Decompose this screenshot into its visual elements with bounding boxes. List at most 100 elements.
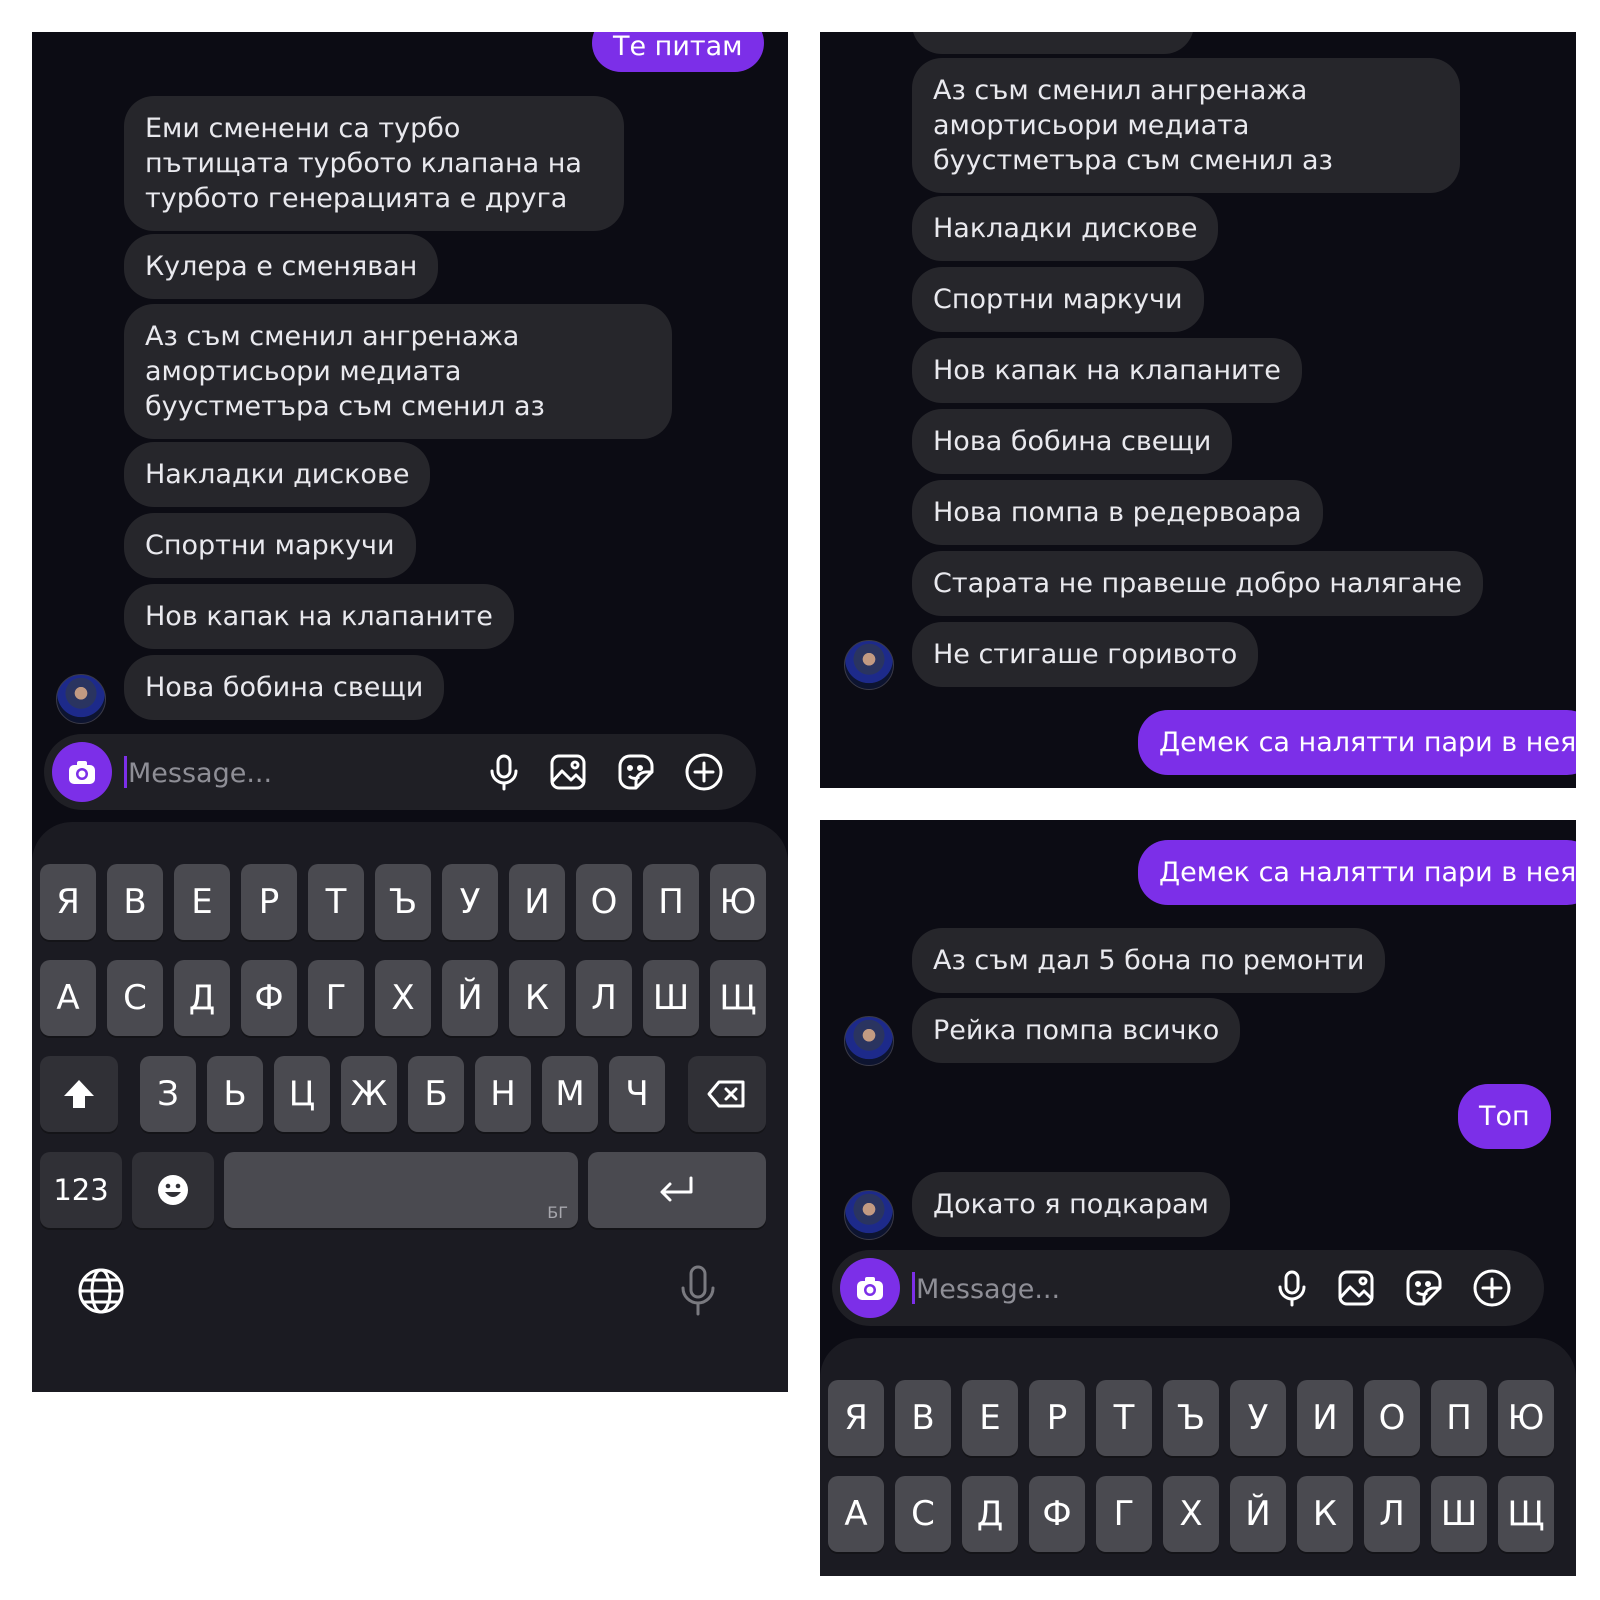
key[interactable]: З: [140, 1056, 196, 1132]
camera-icon: [69, 761, 95, 784]
sticker-icon[interactable]: [616, 752, 656, 792]
image-icon[interactable]: [548, 752, 588, 792]
key[interactable]: Н: [475, 1056, 531, 1132]
key[interactable]: Ф: [241, 960, 297, 1036]
incoming-message: Накладки дискове: [124, 442, 431, 507]
key[interactable]: М: [542, 1056, 598, 1132]
avatar[interactable]: [844, 640, 894, 690]
incoming-message: Аз съм сменил ангренажа амортисьори меди…: [912, 58, 1460, 193]
key[interactable]: И: [1297, 1380, 1353, 1456]
key[interactable]: Ъ: [1163, 1380, 1219, 1456]
camera-button[interactable]: [840, 1258, 900, 1318]
key[interactable]: Й: [1230, 1476, 1286, 1552]
image-icon[interactable]: [1336, 1268, 1376, 1308]
key[interactable]: Х: [1163, 1476, 1219, 1552]
key[interactable]: Х: [375, 960, 431, 1036]
space-language-label: БГ: [547, 1203, 568, 1222]
incoming-message: Еми сменени са турбо пътищата турбото кл…: [124, 96, 624, 231]
outgoing-message: Демек са налятти пари в нея: [1138, 710, 1576, 775]
key[interactable]: Т: [1096, 1380, 1152, 1456]
incoming-message: Накладки дискове: [912, 196, 1219, 261]
keyboard: Я В Е Р Т Ъ У И О П Ю А С Д Ф Г Х Й К Л …: [32, 822, 788, 1392]
key[interactable]: Т: [308, 864, 364, 940]
emoji-icon: [158, 1175, 188, 1205]
return-icon: [660, 1176, 693, 1202]
key[interactable]: Щ: [1498, 1476, 1554, 1552]
key[interactable]: П: [1431, 1380, 1487, 1456]
shift-key[interactable]: [40, 1056, 118, 1132]
key[interactable]: Ф: [1029, 1476, 1085, 1552]
key[interactable]: Й: [442, 960, 498, 1036]
plus-circle-icon[interactable]: [1472, 1268, 1512, 1308]
incoming-message: Старата не правеше добро налягане: [912, 551, 1484, 616]
camera-icon: [857, 1277, 883, 1300]
key[interactable]: А: [828, 1476, 884, 1552]
avatar[interactable]: [844, 1190, 894, 1240]
numbers-key[interactable]: 123: [40, 1152, 122, 1228]
microphone-icon[interactable]: [1272, 1268, 1312, 1308]
plus-circle-icon[interactable]: [684, 752, 724, 792]
key[interactable]: А: [40, 960, 96, 1036]
key[interactable]: У: [1230, 1380, 1286, 1456]
key[interactable]: Е: [174, 864, 230, 940]
key[interactable]: Г: [1096, 1476, 1152, 1552]
dictation-mic-icon[interactable]: [678, 1264, 718, 1318]
key[interactable]: Л: [1364, 1476, 1420, 1552]
incoming-message: Нов капак на клапаните: [912, 338, 1302, 403]
message-input[interactable]: [914, 1268, 1248, 1310]
key[interactable]: Л: [576, 960, 632, 1036]
globe-icon[interactable]: [76, 1266, 126, 1316]
key[interactable]: Р: [241, 864, 297, 940]
key[interactable]: Ъ: [375, 864, 431, 940]
space-key[interactable]: БГ: [224, 1152, 578, 1228]
left-chat-screenshot: Те питам Еми сменени са турбо пътищата т…: [32, 32, 788, 1392]
backspace-key[interactable]: [688, 1056, 766, 1132]
avatar[interactable]: [56, 674, 106, 724]
emoji-key[interactable]: [132, 1152, 214, 1228]
key[interactable]: С: [895, 1476, 951, 1552]
incoming-message: Спортни маркучи: [124, 513, 416, 578]
incoming-message: Кулера е сменяван: [124, 234, 439, 299]
incoming-message: Спортни маркучи: [912, 267, 1204, 332]
incoming-message: Нов капак на клапаните: [124, 584, 514, 649]
key[interactable]: У: [442, 864, 498, 940]
sticker-icon[interactable]: [1404, 1268, 1444, 1308]
camera-button[interactable]: [52, 742, 112, 802]
key[interactable]: В: [107, 864, 163, 940]
shift-icon: [64, 1080, 94, 1108]
key[interactable]: К: [509, 960, 565, 1036]
key[interactable]: К: [1297, 1476, 1353, 1552]
microphone-icon[interactable]: [484, 752, 524, 792]
key[interactable]: Ж: [341, 1056, 397, 1132]
key[interactable]: Ч: [609, 1056, 665, 1132]
key[interactable]: Ю: [710, 864, 766, 940]
key[interactable]: П: [643, 864, 699, 940]
key[interactable]: С: [107, 960, 163, 1036]
key[interactable]: И: [509, 864, 565, 940]
avatar[interactable]: [844, 1016, 894, 1066]
key[interactable]: Ц: [274, 1056, 330, 1132]
incoming-message: Докато я подкарам: [912, 1172, 1230, 1237]
key[interactable]: Д: [174, 960, 230, 1036]
key[interactable]: Ю: [1498, 1380, 1554, 1456]
key[interactable]: Ш: [1431, 1476, 1487, 1552]
key[interactable]: Д: [962, 1476, 1018, 1552]
key[interactable]: В: [895, 1380, 951, 1456]
keyboard: Я В Е Р Т Ъ У И О П Ю А С Д Ф Г Х Й К Л …: [820, 1338, 1576, 1576]
key[interactable]: Ь: [207, 1056, 263, 1132]
key[interactable]: О: [576, 864, 632, 940]
message-input[interactable]: [126, 752, 460, 794]
key[interactable]: Я: [828, 1380, 884, 1456]
incoming-message-partial: [912, 32, 1194, 54]
return-key[interactable]: [588, 1152, 766, 1228]
key[interactable]: Р: [1029, 1380, 1085, 1456]
key[interactable]: Б: [408, 1056, 464, 1132]
key[interactable]: Я: [40, 864, 96, 940]
key[interactable]: О: [1364, 1380, 1420, 1456]
incoming-message: Рейка помпа всичко: [912, 998, 1241, 1063]
key[interactable]: Г: [308, 960, 364, 1036]
key[interactable]: Е: [962, 1380, 1018, 1456]
outgoing-message: Топ: [1458, 1084, 1551, 1149]
key[interactable]: Ш: [643, 960, 699, 1036]
key[interactable]: Щ: [710, 960, 766, 1036]
